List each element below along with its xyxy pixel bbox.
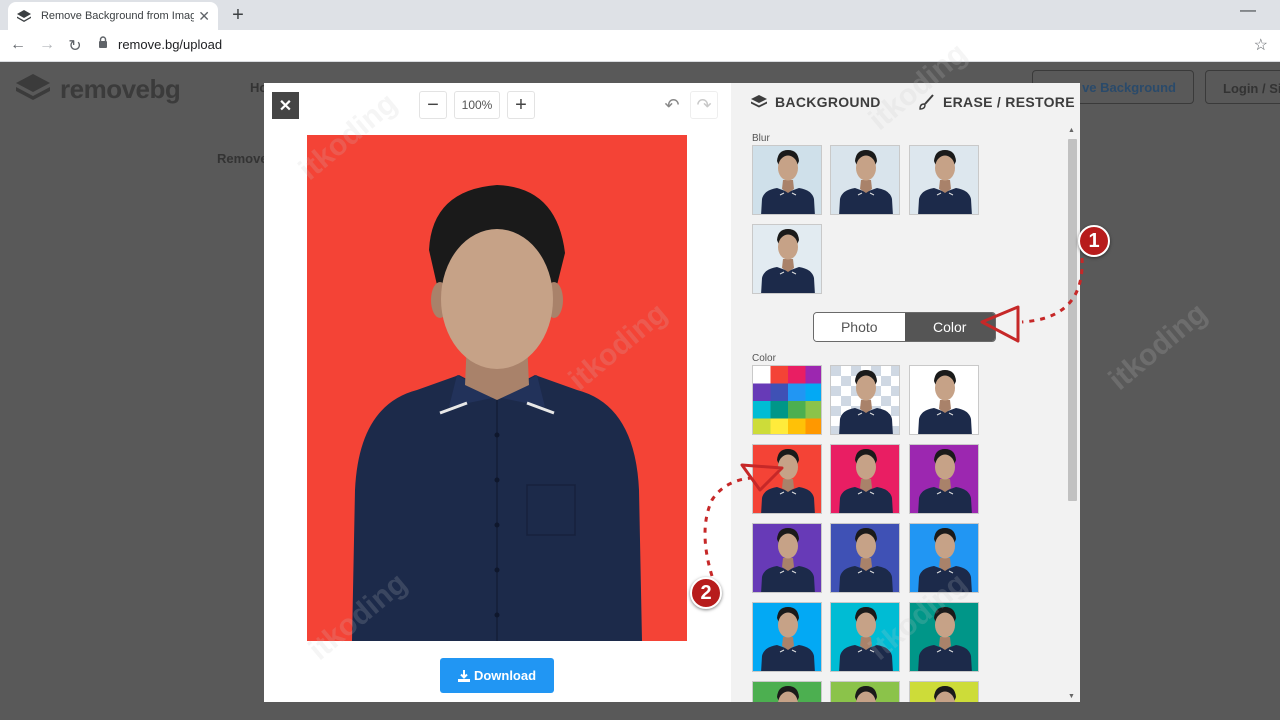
color-swatch[interactable]: [752, 444, 822, 514]
color-swatch[interactable]: [752, 602, 822, 672]
color-swatch[interactable]: [752, 681, 822, 702]
new-tab-button[interactable]: +: [228, 4, 248, 27]
lock-icon: [98, 35, 108, 53]
step-marker-1: 1: [1078, 225, 1110, 257]
browser-toolbar: ← → ↻ remove.bg/upload ☆: [0, 30, 1280, 62]
color-section-label: Color: [752, 353, 776, 364]
color-swatch[interactable]: [752, 523, 822, 593]
removebg-logo-icon: [14, 72, 52, 107]
blur-thumb-2[interactable]: [830, 145, 900, 215]
minimize-icon[interactable]: —: [1240, 2, 1256, 20]
step-marker-2: 2: [690, 577, 722, 609]
download-label: Download: [473, 668, 537, 683]
redo-icon[interactable]: ↷: [690, 91, 718, 119]
download-icon: [457, 669, 470, 682]
layers-icon: [751, 95, 767, 109]
address-bar[interactable]: remove.bg/upload: [98, 35, 222, 53]
removebg-favicon-icon: [16, 8, 32, 24]
blur-thumb-1[interactable]: [752, 145, 822, 215]
blur-thumb-3[interactable]: [909, 145, 979, 215]
toggle-photo[interactable]: Photo: [814, 313, 905, 341]
editor-modal: ✕ − 100% + ↶ ↷ Download BACKGROUND ERASE…: [264, 83, 1080, 702]
site-logo-text: removebg: [60, 74, 181, 104]
bookmark-star-icon[interactable]: ☆: [1254, 35, 1268, 55]
browser-tab-bar: Remove Background from Image ✕ + —: [0, 0, 1280, 30]
tab-close-icon[interactable]: ✕: [198, 8, 210, 25]
options-panel: BACKGROUND ERASE / RESTORE Blur Photo Co…: [731, 83, 1080, 702]
scroll-down-icon[interactable]: ▼: [1068, 693, 1075, 700]
zoom-out-button[interactable]: −: [419, 91, 447, 119]
zoom-level: 100%: [454, 91, 500, 119]
toggle-color[interactable]: Color: [904, 313, 995, 341]
color-swatch[interactable]: [909, 444, 979, 514]
image-canvas[interactable]: [307, 135, 687, 641]
browser-tab[interactable]: Remove Background from Image ✕: [8, 2, 218, 30]
color-swatch[interactable]: [830, 444, 900, 514]
transparent-swatch[interactable]: [830, 365, 900, 435]
color-swatch[interactable]: [909, 681, 979, 702]
reload-icon[interactable]: ↻: [65, 36, 85, 56]
tab-title: Remove Background from Image: [40, 10, 195, 22]
color-swatch[interactable]: [830, 602, 900, 672]
color-swatch[interactable]: [830, 523, 900, 593]
undo-icon[interactable]: ↶: [658, 91, 686, 119]
site-logo[interactable]: removebg: [14, 72, 181, 107]
photo-color-toggle[interactable]: Photo Color: [813, 312, 996, 342]
close-icon[interactable]: ✕: [272, 92, 299, 119]
download-button[interactable]: Download: [440, 658, 554, 693]
color-swatch[interactable]: [909, 523, 979, 593]
site-login-button[interactable]: Login / Si: [1205, 70, 1280, 104]
tab-background[interactable]: BACKGROUND: [751, 94, 881, 110]
tab-erase-restore-label: ERASE / RESTORE: [943, 94, 1075, 110]
site-heading-fragment: Remove: [217, 151, 268, 166]
color-swatch[interactable]: [830, 681, 900, 702]
zoom-in-button[interactable]: +: [507, 91, 535, 119]
tab-erase-restore[interactable]: ERASE / RESTORE: [919, 94, 1075, 110]
blur-thumb-4[interactable]: [752, 224, 822, 294]
white-swatch[interactable]: [909, 365, 979, 435]
person-photo: [352, 185, 642, 641]
panel-scrollbar[interactable]: ▲ ▼: [1065, 127, 1080, 702]
back-arrow-icon[interactable]: ←: [8, 36, 28, 54]
brush-icon: [919, 94, 935, 110]
scroll-up-icon[interactable]: ▲: [1068, 127, 1075, 134]
url-text: remove.bg/upload: [118, 36, 223, 52]
editor-pane: ✕ − 100% + ↶ ↷ Download: [264, 83, 731, 702]
color-picker-swatch[interactable]: [752, 365, 822, 435]
color-swatch[interactable]: [909, 602, 979, 672]
blur-section-label: Blur: [752, 133, 770, 144]
scroll-thumb[interactable]: [1068, 139, 1077, 501]
tab-background-label: BACKGROUND: [775, 94, 881, 110]
forward-arrow-icon[interactable]: →: [37, 36, 57, 54]
